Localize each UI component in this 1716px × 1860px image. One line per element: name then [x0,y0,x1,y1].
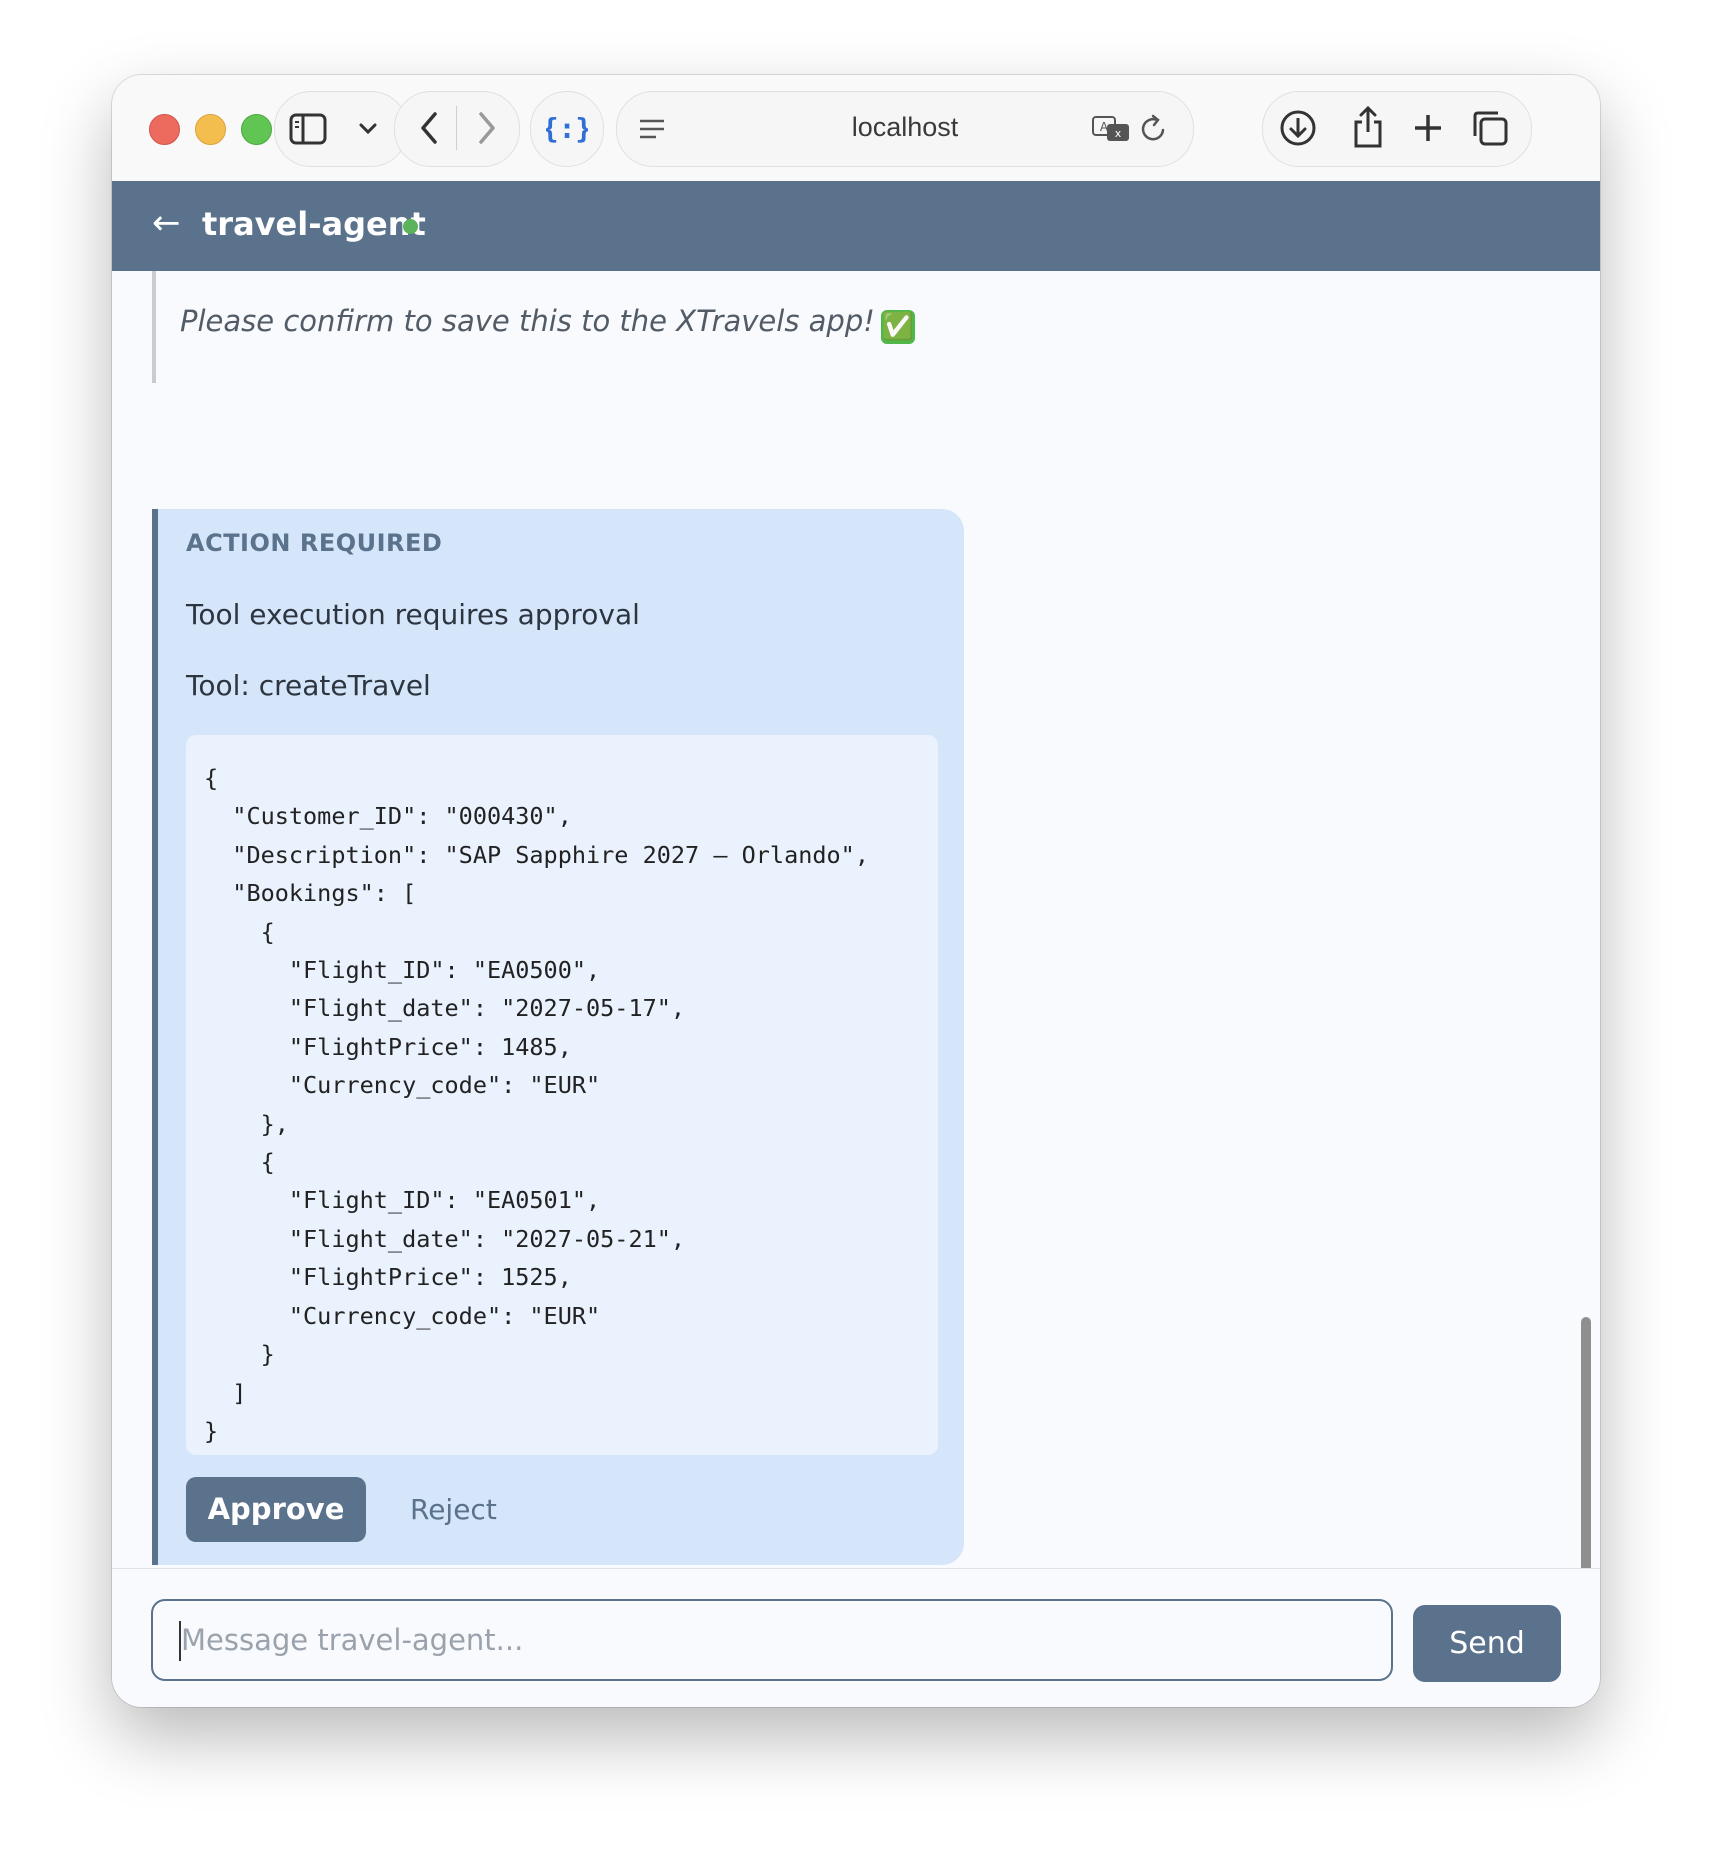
online-status-dot [403,219,418,234]
previous-assistant-message: Please confirm to save this to the XTrav… [152,271,976,383]
extension-button[interactable]: {:} [530,91,604,167]
app-header: ← travel-agent [112,181,1600,271]
share-icon[interactable] [1347,102,1389,150]
check-mark-icon: ✅ [880,310,915,344]
close-window-button[interactable] [149,114,180,145]
tab-overview-icon[interactable] [1469,107,1511,149]
download-icon[interactable] [1277,107,1319,149]
back-icon[interactable] [409,108,449,148]
plus-icon[interactable] [1407,107,1449,149]
tool-name: Tool: createTravel [186,669,431,702]
address-bar[interactable]: localhost Ax [616,91,1194,167]
extension-icon: {:} [545,108,589,148]
send-button[interactable]: Send [1413,1605,1561,1682]
toolbar-actions-group [1262,91,1532,167]
agent-title: travel-agent [202,205,426,243]
history-nav-group [394,91,520,167]
svg-text:x: x [1115,127,1122,140]
svg-text:{:}: {:} [546,112,588,145]
sidebar-icon[interactable] [289,110,327,148]
forward-icon[interactable] [467,108,507,148]
back-arrow-icon[interactable]: ← [152,203,181,243]
action-required-label: ACTION REQUIRED [186,529,443,557]
browser-toolbar: {:} localhost Ax [112,75,1600,182]
sidebar-toggle-group [274,91,408,167]
tool-arguments-code: { "Customer_ID": "000430", "Description"… [186,735,938,1455]
chat-scrollbar[interactable] [1581,1317,1591,1568]
message-composer: Message travel-agent... Send [112,1568,1600,1707]
action-required-card: ACTION REQUIRED Tool execution requires … [152,509,964,1565]
message-input[interactable]: Message travel-agent... [151,1599,1393,1681]
browser-window: {:} localhost Ax [112,75,1600,1707]
translate-icon[interactable]: Ax [1091,112,1131,146]
zoom-window-button[interactable] [241,114,272,145]
message-placeholder: Message travel-agent... [181,1623,524,1657]
reload-icon[interactable] [1137,112,1171,146]
approval-message: Tool execution requires approval [186,598,640,631]
confirm-prompt-text: Please confirm to save this to the XTrav… [180,304,915,344]
chat-messages[interactable]: Please confirm to save this to the XTrav… [112,271,1600,1568]
reject-button[interactable]: Reject [410,1477,497,1542]
approve-button[interactable]: Approve [186,1477,366,1542]
chevron-down-icon[interactable] [353,114,383,144]
tool-arguments-json: { "Customer_ID": "000430", "Description"… [204,764,869,1445]
minimize-window-button[interactable] [195,114,226,145]
